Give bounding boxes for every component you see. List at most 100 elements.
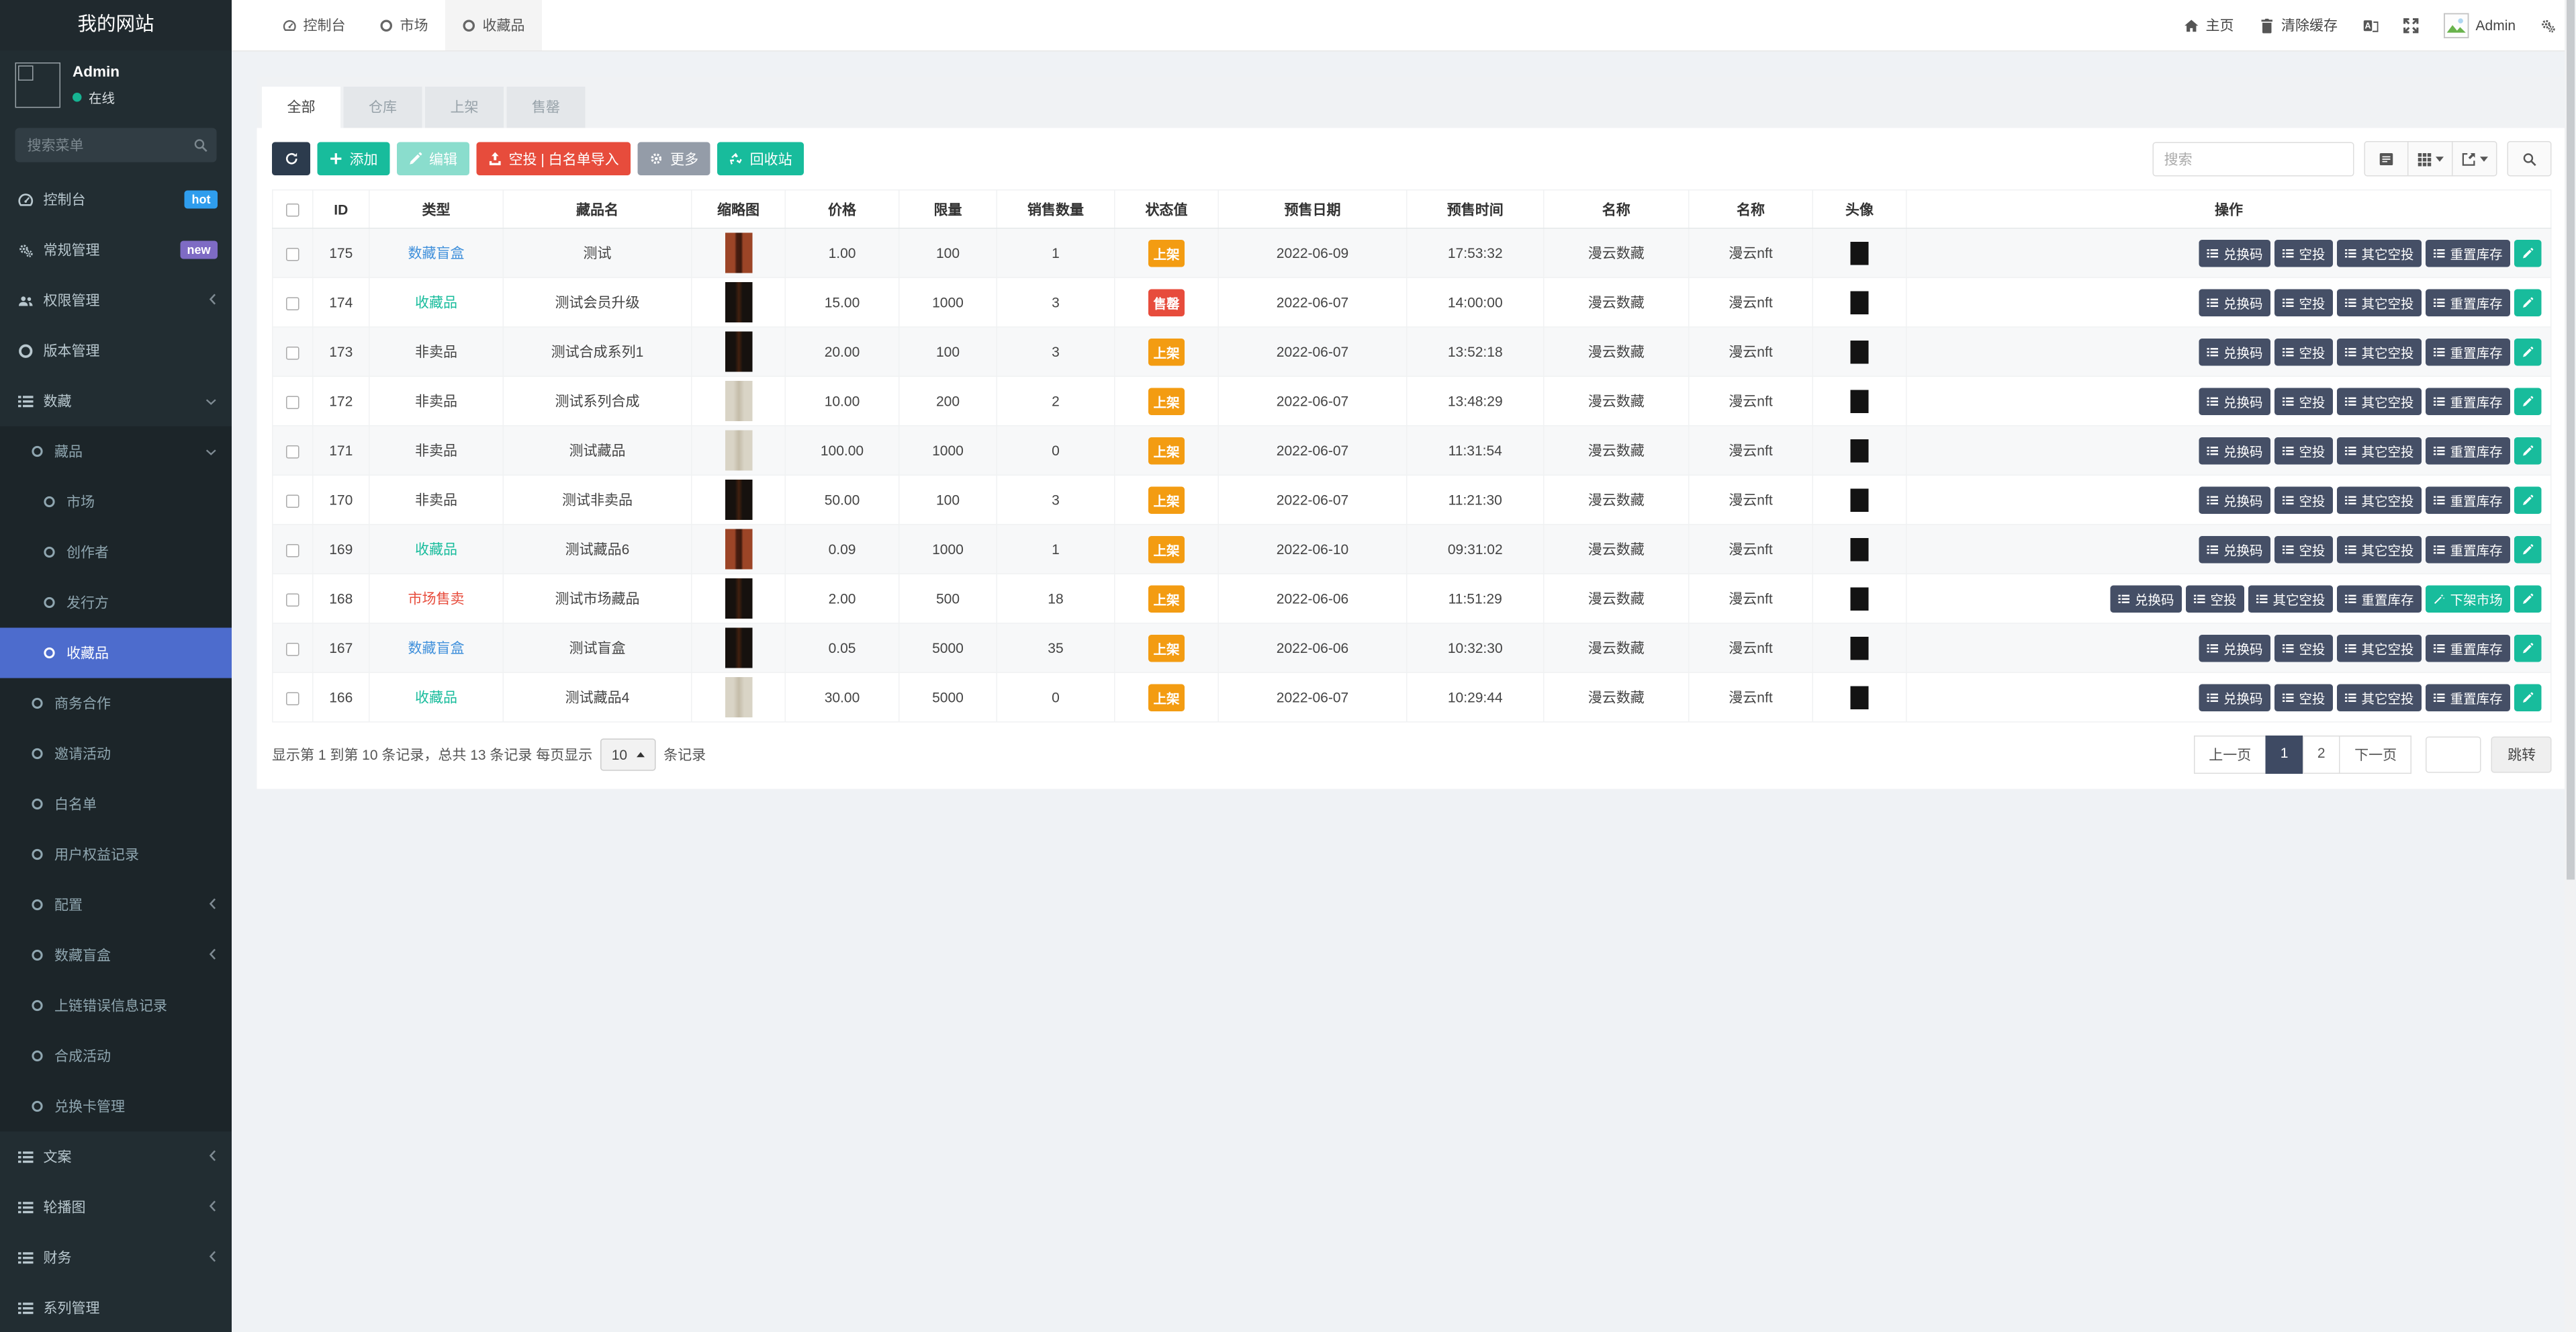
edit-row-button[interactable] — [2515, 634, 2542, 662]
advanced-search-button[interactable] — [2508, 141, 2552, 177]
edit-row-button[interactable] — [2515, 338, 2542, 365]
scrollbar-thumb[interactable] — [2567, 0, 2575, 879]
redeem-code-button[interactable]: 兑换码 — [2199, 684, 2271, 711]
thumbnail-image[interactable] — [725, 628, 752, 668]
filter-tab-上架[interactable]: 上架 — [425, 87, 504, 128]
redeem-code-button[interactable]: 兑换码 — [2199, 437, 2271, 464]
reset-stock-button[interactable]: 重置库存 — [2426, 289, 2511, 316]
thumbnail-image[interactable] — [725, 381, 752, 421]
edit-row-button[interactable] — [2515, 585, 2542, 613]
edit-row-button[interactable] — [2515, 289, 2542, 316]
airdrop-button[interactable]: 空投 — [2186, 585, 2244, 613]
sidebar-item-business[interactable]: 商务合作 — [0, 678, 232, 729]
other-airdrop-button[interactable]: 其它空投 — [2338, 535, 2422, 563]
thumbnail-image[interactable] — [725, 431, 752, 471]
nav-language[interactable]: A — [2363, 17, 2379, 33]
row-checkbox[interactable] — [286, 593, 300, 607]
edit-row-button[interactable] — [2515, 535, 2542, 563]
page-jump-button[interactable]: 跳转 — [2491, 737, 2552, 773]
filter-tab-全部[interactable]: 全部 — [262, 87, 340, 128]
reset-stock-button[interactable]: 重置库存 — [2426, 486, 2511, 514]
row-checkbox[interactable] — [286, 297, 300, 310]
other-airdrop-button[interactable]: 其它空投 — [2338, 486, 2422, 514]
thumbnail-image[interactable] — [725, 332, 752, 372]
row-checkbox[interactable] — [286, 396, 300, 409]
edit-row-button[interactable] — [2515, 486, 2542, 514]
edit-row-button[interactable] — [2515, 239, 2542, 267]
thumbnail-image[interactable] — [725, 677, 752, 717]
reset-stock-button[interactable]: 重置库存 — [2426, 239, 2511, 267]
other-airdrop-button[interactable]: 其它空投 — [2338, 437, 2422, 464]
redeem-code-button[interactable]: 兑换码 — [2199, 535, 2271, 563]
type-label[interactable]: 数藏盲盒 — [408, 245, 465, 261]
airdrop-button[interactable]: 空投 — [2275, 634, 2334, 662]
table-search-input[interactable] — [2153, 142, 2354, 176]
sidebar-item-chain-error[interactable]: 上链错误信息记录 — [0, 981, 232, 1031]
detail-view-button[interactable] — [2364, 141, 2409, 177]
sidebar-item-copywriting[interactable]: 文案 — [0, 1132, 232, 1182]
other-airdrop-button[interactable]: 其它空投 — [2338, 289, 2422, 316]
sidebar-item-rights-log[interactable]: 用户权益记录 — [0, 830, 232, 880]
redeem-code-button[interactable]: 兑换码 — [2199, 239, 2271, 267]
airdrop-import-button[interactable]: 空投 | 白名单导入 — [477, 142, 631, 176]
thumbnail-image[interactable] — [725, 578, 752, 619]
nav-fullscreen[interactable] — [2403, 17, 2419, 33]
type-label[interactable]: 数藏盲盒 — [408, 640, 465, 656]
row-checkbox[interactable] — [286, 445, 300, 459]
redeem-code-button[interactable]: 兑换码 — [2199, 486, 2271, 514]
redeem-code-button[interactable]: 兑换码 — [2199, 338, 2271, 365]
recycle-bin-button[interactable]: 回收站 — [718, 142, 804, 176]
sidebar-item-collections[interactable]: 收藏品 — [0, 628, 232, 678]
row-checkbox[interactable] — [286, 692, 300, 705]
sidebar-item-issuer[interactable]: 发行方 — [0, 578, 232, 628]
tab-dashboard[interactable]: 控制台 — [266, 0, 363, 50]
thumbnail-image[interactable] — [725, 480, 752, 520]
page-size-select[interactable]: 10 — [600, 739, 655, 771]
reset-stock-button[interactable]: 重置库存 — [2426, 338, 2511, 365]
refresh-button[interactable] — [272, 142, 310, 176]
sidebar-item-finance[interactable]: 财务 — [0, 1233, 232, 1283]
airdrop-button[interactable]: 空投 — [2275, 437, 2334, 464]
airdrop-button[interactable]: 空投 — [2275, 486, 2334, 514]
thumbnail-image[interactable] — [725, 233, 752, 273]
airdrop-button[interactable]: 空投 — [2275, 535, 2334, 563]
edit-button[interactable]: 编辑 — [397, 142, 469, 176]
airdrop-button[interactable]: 空投 — [2275, 289, 2334, 316]
sidebar-item-dashboard[interactable]: 控制台hot — [0, 175, 232, 225]
other-airdrop-button[interactable]: 其它空投 — [2338, 684, 2422, 711]
sidebar-item-version[interactable]: 版本管理 — [0, 326, 232, 376]
row-checkbox[interactable] — [286, 544, 300, 558]
type-label[interactable]: 收藏品 — [415, 689, 457, 705]
sidebar-item-creator[interactable]: 创作者 — [0, 527, 232, 578]
nav-home[interactable]: 主页 — [2184, 15, 2234, 36]
redeem-code-button[interactable]: 兑换码 — [2199, 289, 2271, 316]
columns-button[interactable] — [2409, 141, 2453, 177]
sidebar-item-config[interactable]: 配置 — [0, 880, 232, 930]
nav-admin[interactable]: Admin — [2444, 13, 2516, 38]
filter-tab-售罄[interactable]: 售罄 — [507, 87, 586, 128]
edit-row-button[interactable] — [2515, 684, 2542, 711]
sidebar-item-whitelist[interactable]: 白名单 — [0, 779, 232, 830]
prev-page-button[interactable]: 上一页 — [2194, 736, 2266, 774]
reset-stock-button[interactable]: 重置库存 — [2426, 535, 2511, 563]
other-airdrop-button[interactable]: 其它空投 — [2338, 239, 2422, 267]
other-airdrop-button[interactable]: 其它空投 — [2338, 338, 2422, 365]
more-button[interactable]: 更多 — [638, 142, 710, 176]
sidebar-item-redeem-card[interactable]: 兑换卡管理 — [0, 1081, 232, 1132]
page-button-1[interactable]: 1 — [2265, 736, 2303, 774]
page-jump-input[interactable] — [2426, 737, 2482, 773]
page-button-2[interactable]: 2 — [2302, 736, 2340, 774]
menu-toggle-icon[interactable] — [232, 0, 266, 50]
other-airdrop-button[interactable]: 其它空投 — [2249, 585, 2334, 613]
edit-row-button[interactable] — [2515, 388, 2542, 415]
next-page-button[interactable]: 下一页 — [2340, 736, 2412, 774]
airdrop-button[interactable]: 空投 — [2275, 388, 2334, 415]
market-off-button[interactable]: 下架市场 — [2426, 585, 2511, 613]
tab-market[interactable]: 市场 — [363, 0, 445, 50]
row-checkbox[interactable] — [286, 643, 300, 656]
redeem-code-button[interactable]: 兑换码 — [2111, 585, 2182, 613]
sidebar-item-blindbox[interactable]: 数藏盲盒 — [0, 930, 232, 981]
sidebar-item-auth[interactable]: 权限管理 — [0, 275, 232, 326]
sidebar-item-compose[interactable]: 合成活动 — [0, 1031, 232, 1081]
reset-stock-button[interactable]: 重置库存 — [2338, 585, 2422, 613]
